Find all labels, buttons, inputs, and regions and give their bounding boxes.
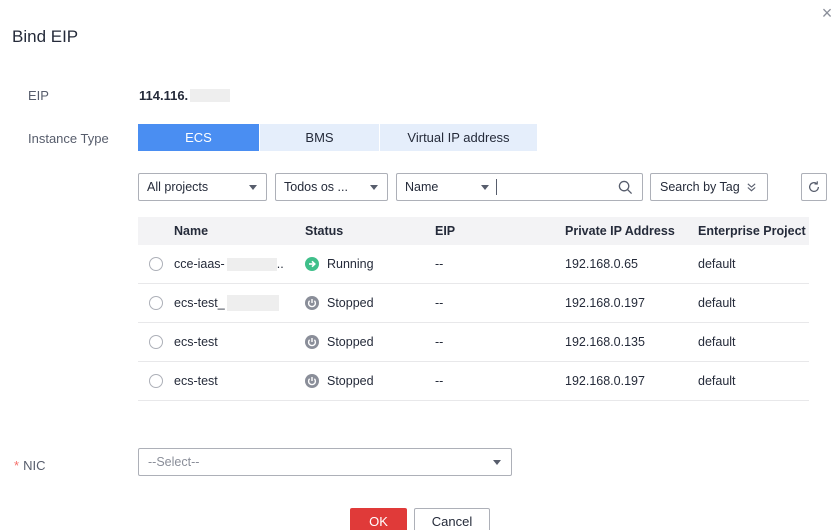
instance-status-text: Running <box>327 257 374 271</box>
instance-name: ecs-test <box>174 374 218 388</box>
instance-name: ecs-test_ <box>174 295 279 311</box>
instance-enterprise-project: default <box>698 335 736 349</box>
eip-value: 114.116. <box>139 88 231 103</box>
todos-select[interactable]: Todos os ... <box>275 173 388 201</box>
column-header-enterprise-project: Enterprise Project <box>698 224 806 238</box>
eip-value-text: 114.116. <box>139 88 189 103</box>
todos-select-value: Todos os ... <box>284 180 348 194</box>
table-row[interactable]: ecs-test_ Stopped -- 192.168.0.197 defau… <box>138 284 809 323</box>
instance-private-ip: 192.168.0.135 <box>565 335 645 349</box>
dialog-title: Bind EIP <box>12 27 79 46</box>
instance-type-bms-button[interactable]: BMS <box>260 124 380 151</box>
required-mark: * <box>14 458 20 473</box>
instance-private-ip: 192.168.0.65 <box>565 257 638 271</box>
instance-private-ip: 192.168.0.197 <box>565 296 645 310</box>
refresh-icon <box>809 181 819 193</box>
instance-status: Stopped <box>305 335 374 349</box>
caret-down-icon <box>493 460 501 465</box>
table-row[interactable]: ecs-test Stopped -- 192.168.0.135 defaul… <box>138 323 809 362</box>
instance-status: Stopped <box>305 296 374 310</box>
row-radio[interactable] <box>149 257 163 271</box>
instance-type-selector: ECS BMS Virtual IP address <box>138 124 537 151</box>
search-by-tag-button[interactable]: Search by Tag <box>650 173 768 201</box>
double-chevron-down-icon <box>747 183 756 192</box>
instance-status: Stopped <box>305 374 374 388</box>
instance-status-text: Stopped <box>327 296 374 310</box>
eip-label: EIP <box>28 88 49 103</box>
power-stopped-icon <box>305 335 319 349</box>
instance-status-text: Stopped <box>327 374 374 388</box>
nic-label-text: NIC <box>23 458 46 473</box>
column-header-eip: EIP <box>435 224 456 238</box>
nic-select[interactable]: --Select-- <box>138 448 512 476</box>
column-header-name: Name <box>174 224 209 238</box>
caret-down-icon <box>370 185 378 190</box>
instance-eip: -- <box>435 257 444 271</box>
search-field-select[interactable]: Name <box>405 180 438 194</box>
redaction-block <box>226 257 277 271</box>
caret-down-icon <box>249 185 257 190</box>
row-radio[interactable] <box>149 374 163 388</box>
instance-enterprise-project: default <box>698 374 736 388</box>
power-stopped-icon <box>305 374 319 388</box>
refresh-button[interactable] <box>801 173 827 201</box>
instance-name: cce-iaas- .. <box>174 257 284 271</box>
instance-enterprise-project: default <box>698 296 736 310</box>
instance-eip: -- <box>435 296 444 310</box>
instance-type-vip-button[interactable]: Virtual IP address <box>380 124 537 151</box>
column-header-status: Status <box>305 224 344 238</box>
table-row[interactable]: ecs-test Stopped -- 192.168.0.197 defaul… <box>138 362 809 401</box>
instance-name: ecs-test <box>174 335 218 349</box>
row-radio[interactable] <box>149 335 163 349</box>
search-by-tag-label: Search by Tag <box>660 180 740 194</box>
project-select[interactable]: All projects <box>138 173 267 201</box>
instance-private-ip: 192.168.0.197 <box>565 374 645 388</box>
close-icon[interactable]: × <box>818 4 836 22</box>
instance-type-ecs-button[interactable]: ECS <box>138 124 260 151</box>
instance-enterprise-project: default <box>698 257 736 271</box>
column-header-private-ip: Private IP Address <box>565 224 675 238</box>
redaction-block <box>190 89 231 102</box>
instance-name-text: ecs-test_ <box>174 296 225 310</box>
nic-label: * NIC <box>14 458 45 473</box>
table-row[interactable]: cce-iaas- .. Running -- 192.168.0.65 def… <box>138 245 809 284</box>
ok-button[interactable]: OK <box>350 508 407 530</box>
search-icon[interactable] <box>618 180 633 195</box>
nic-select-placeholder: --Select-- <box>148 455 200 469</box>
running-status-icon <box>305 257 319 271</box>
power-stopped-icon <box>305 296 319 310</box>
instance-eip: -- <box>435 335 444 349</box>
search-box[interactable]: Name <box>396 173 643 201</box>
instance-type-label: Instance Type <box>28 131 109 146</box>
instance-eip: -- <box>435 374 444 388</box>
instance-status: Running <box>305 257 374 271</box>
text-cursor <box>496 179 497 195</box>
instance-name-suffix: .. <box>276 257 284 271</box>
table-header: Name Status EIP Private IP Address Enter… <box>138 217 809 245</box>
redaction-block <box>226 295 279 311</box>
caret-down-icon <box>481 185 489 190</box>
cancel-button[interactable]: Cancel <box>414 508 490 530</box>
instance-table: Name Status EIP Private IP Address Enter… <box>138 217 809 401</box>
instance-name-text: cce-iaas- <box>174 257 225 271</box>
project-select-value: All projects <box>147 180 209 194</box>
instance-status-text: Stopped <box>327 335 374 349</box>
row-radio[interactable] <box>149 296 163 310</box>
